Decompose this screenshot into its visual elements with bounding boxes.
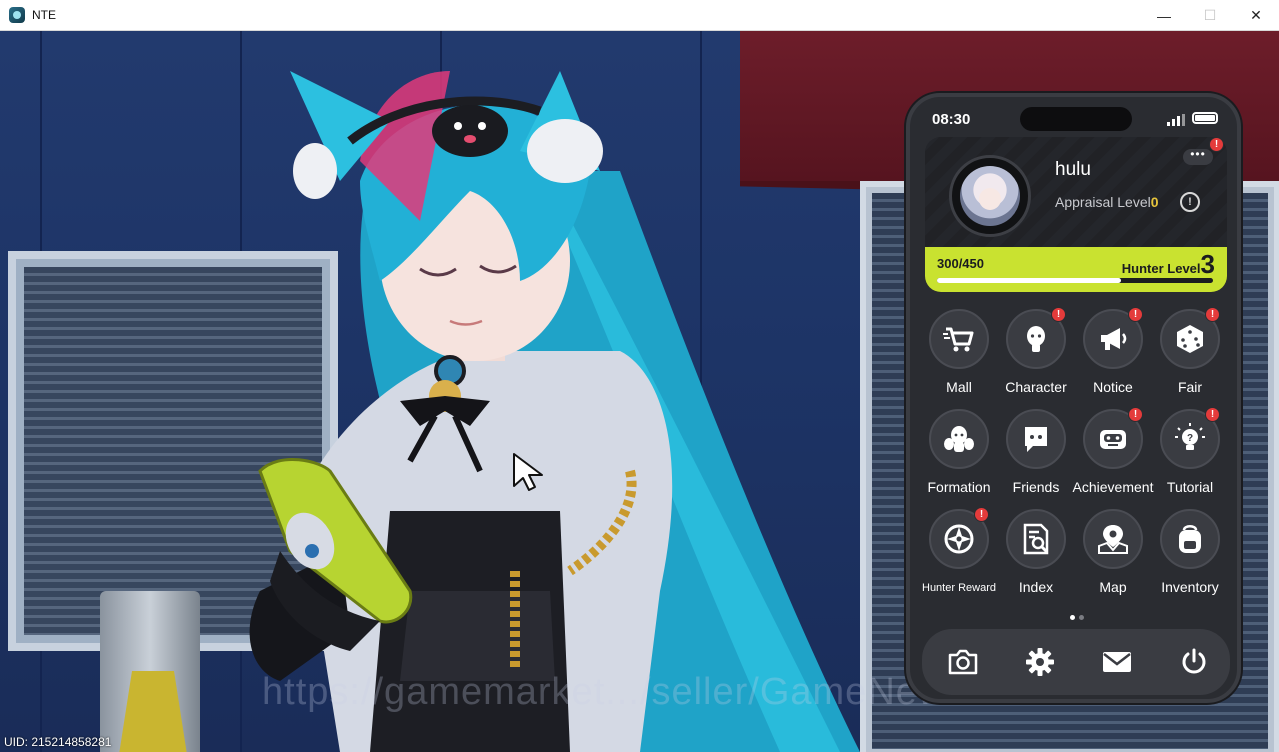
app-notice-button[interactable]: Notice! <box>1074 307 1152 409</box>
hunter-level-label: Hunter Level <box>1121 261 1201 276</box>
notification-badge: ! <box>1051 307 1066 322</box>
backpack-icon <box>1179 525 1201 553</box>
hunter-level-value: 3 <box>1200 249 1215 279</box>
app-map-button[interactable]: Map <box>1074 509 1152 609</box>
notification-badge: ! <box>1209 137 1224 152</box>
camera-button[interactable] <box>943 642 983 682</box>
exp-text: 300/450 <box>937 256 984 271</box>
gear-icon <box>1026 648 1054 676</box>
profile-card[interactable]: hulu Appraisal Level0 ! ••• 300/450 Hunt… <box>925 137 1227 292</box>
character-icon <box>1027 326 1045 352</box>
status-time: 08:30 <box>932 111 971 128</box>
avatar-image <box>960 166 1020 226</box>
appraisal-level-label: Appraisal Level <box>1055 194 1151 210</box>
settings-button[interactable] <box>1020 642 1060 682</box>
app-icon-circle <box>1006 509 1066 569</box>
app-label: Inventory <box>1161 579 1219 595</box>
app-inventory-button[interactable]: Inventory <box>1151 509 1229 609</box>
power-button[interactable] <box>1174 642 1214 682</box>
battery-icon <box>1192 112 1218 124</box>
page-dot[interactable] <box>1079 615 1084 620</box>
hunter-level: Hunter Level3 <box>1122 249 1215 280</box>
page-indicator <box>1070 615 1084 620</box>
game-scene[interactable]: https://gamemarket.../seller/GameNews UI… <box>0 31 1279 752</box>
app-icon-circle <box>929 309 989 369</box>
phone-dock <box>922 629 1230 695</box>
camera-icon <box>948 649 978 675</box>
app-hunter-reward-button[interactable]: Hunter Reward! <box>920 507 998 609</box>
app-logo-icon <box>9 7 25 23</box>
app-label: Tutorial <box>1166 479 1214 495</box>
mail-icon <box>1103 652 1131 672</box>
minimize-button[interactable]: — <box>1141 0 1187 31</box>
watermark-text: https://gamemarket.../seller/GameNews <box>262 671 967 713</box>
app-label: Fair <box>1177 379 1203 395</box>
window-titlebar[interactable]: NTE — ☐ ✕ <box>0 0 1279 31</box>
cart-icon <box>943 327 974 352</box>
signal-icon <box>1167 114 1185 126</box>
avatar[interactable] <box>949 155 1031 237</box>
appraisal-level-value: 0 <box>1150 194 1159 210</box>
exp-progress-track <box>937 278 1213 283</box>
app-icon-circle <box>929 409 989 469</box>
document-search-icon <box>1023 523 1049 555</box>
mouse-cursor-icon <box>513 453 543 491</box>
phone-notch <box>1020 107 1132 131</box>
megaphone-icon <box>1101 328 1127 350</box>
mail-button[interactable] <box>1097 642 1137 682</box>
maximize-button[interactable]: ☐ <box>1187 0 1233 31</box>
phone-menu: 08:30 hulu Appraisal Level0 ! ••• 300/45… <box>906 93 1241 703</box>
compass-icon <box>944 524 974 554</box>
more-options-button[interactable]: ••• <box>1183 148 1213 165</box>
window-title: NTE <box>32 8 56 22</box>
svg-text:?: ? <box>1187 433 1193 444</box>
exp-progress-fill <box>937 278 1122 283</box>
app-formation-button[interactable]: Formation <box>920 409 998 509</box>
notification-badge: ! <box>1205 407 1220 422</box>
map-pin-icon <box>1098 525 1128 554</box>
app-fair-button[interactable]: Fair! <box>1151 307 1229 409</box>
notification-badge: ! <box>974 507 989 522</box>
hunter-level-bar: 300/450 Hunter Level3 <box>925 247 1227 292</box>
power-icon <box>1182 648 1206 674</box>
formation-icon <box>944 426 974 452</box>
app-character-button[interactable]: Character! <box>997 307 1075 409</box>
notification-badge: ! <box>1128 307 1143 322</box>
appraisal-level: Appraisal Level0 <box>1055 194 1159 210</box>
app-achievement-button[interactable]: Achievement! <box>1073 407 1153 509</box>
notification-badge: ! <box>1128 407 1143 422</box>
avatar-face <box>979 188 1001 210</box>
app-icon-circle <box>1160 509 1220 569</box>
notification-badge: ! <box>1205 307 1220 322</box>
lightbulb-icon: ? <box>1175 423 1205 450</box>
app-index-button[interactable]: Index <box>997 509 1075 609</box>
chat-icon <box>1025 427 1047 452</box>
close-button[interactable]: ✕ <box>1233 0 1279 31</box>
app-icon-circle <box>1006 409 1066 469</box>
app-tutorial-button[interactable]: ? Tutorial! <box>1151 407 1229 509</box>
app-mall-button[interactable]: Mall <box>920 309 998 409</box>
dice-icon <box>1177 325 1203 353</box>
app-icon-circle <box>1083 509 1143 569</box>
app-friends-button[interactable]: Friends <box>997 409 1075 509</box>
info-icon[interactable]: ! <box>1180 192 1200 212</box>
page-dot[interactable] <box>1070 615 1075 620</box>
robot-icon <box>1100 430 1126 449</box>
username: hulu <box>1055 159 1091 180</box>
character-model <box>249 71 860 752</box>
uid-label: UID: 215214858281 <box>4 735 112 749</box>
